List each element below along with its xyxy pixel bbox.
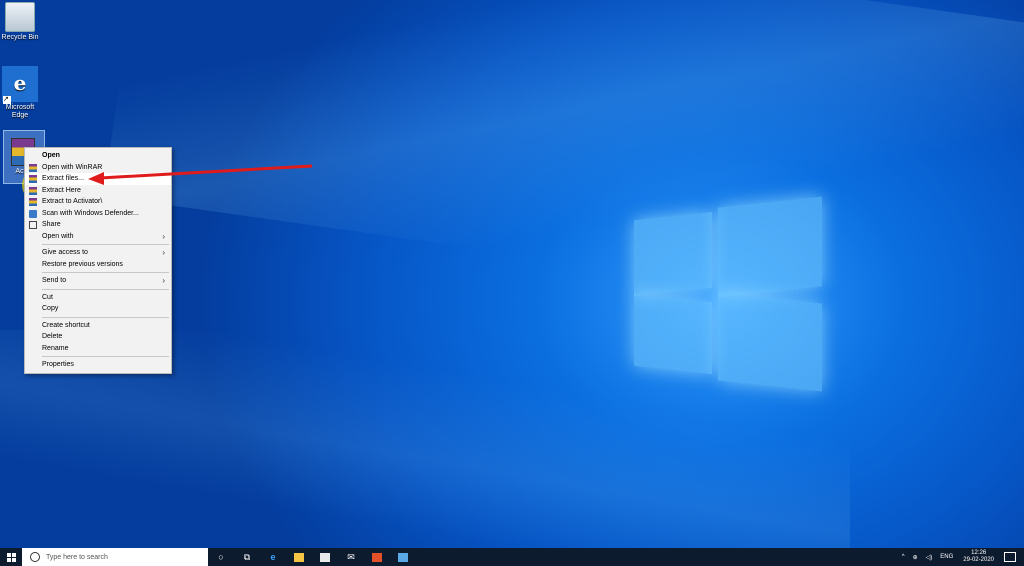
clock-date: 29-02-2020 [963, 557, 994, 563]
taskbar-edge[interactable]: e [260, 548, 286, 566]
volume-icon[interactable]: ◁) [926, 554, 933, 561]
clock-time: 12:26 [971, 550, 987, 556]
cortana-button[interactable]: ○ [208, 548, 234, 566]
taskbar-photos[interactable] [390, 548, 416, 566]
search-placeholder: Type here to search [46, 553, 108, 561]
task-view-icon: ⧉ [243, 551, 251, 562]
mail-icon: ✉ [347, 551, 355, 562]
system-tray: ^ ⊕ ◁) ENG 12:26 29-02-2020 [898, 548, 1024, 566]
search-icon [30, 552, 40, 562]
desktop[interactable]: Recycle Bin e Microsoft Edge ↗ Activ Ope… [0, 0, 1024, 548]
task-view-button[interactable]: ⧉ [234, 548, 260, 566]
clock[interactable]: 12:26 29-02-2020 [963, 550, 994, 564]
taskbar-office[interactable] [364, 548, 390, 566]
photos-icon [398, 552, 408, 562]
search-box[interactable]: Type here to search [22, 548, 208, 566]
windows-start-icon [6, 552, 16, 562]
taskbar-mail[interactable]: ✉ [338, 548, 364, 566]
file-explorer-icon [294, 552, 304, 562]
taskbar-file-explorer[interactable] [286, 548, 312, 566]
notification-icon[interactable] [1004, 552, 1016, 562]
start-button[interactable] [0, 548, 22, 566]
taskbar-store[interactable] [312, 548, 338, 566]
network-icon[interactable]: ⊕ [913, 554, 918, 561]
taskbar: Type here to search ○ ⧉ e ✉ ^ ⊕ ◁) ENG 1… [0, 548, 1024, 566]
office-icon [372, 552, 382, 562]
language-indicator[interactable]: ENG [940, 554, 953, 560]
edge-icon: e [270, 552, 276, 562]
chevron-up-icon[interactable]: ^ [902, 554, 905, 560]
store-icon [320, 552, 330, 562]
cortana-icon: ○ [218, 552, 224, 562]
annotation-arrow [88, 164, 313, 185]
